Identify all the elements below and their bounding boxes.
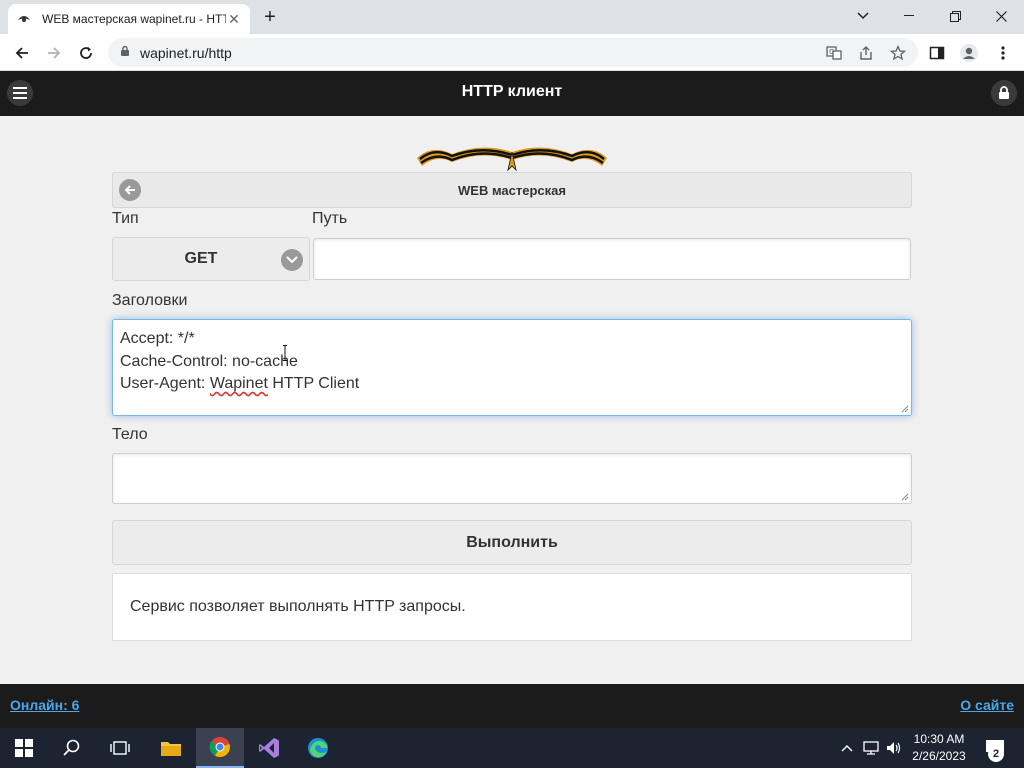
page-footer: Онлайн: 6 О сайте — [0, 684, 1024, 728]
chevron-down-icon — [281, 249, 303, 271]
method-select-value: GET — [184, 250, 218, 267]
volume-icon[interactable] — [884, 738, 904, 758]
search-icon[interactable] — [48, 728, 96, 768]
clock-time: 10:30 AM — [913, 732, 965, 746]
arrow-left-circle-icon[interactable] — [119, 179, 141, 201]
more-options-kebab-icon[interactable] — [990, 40, 1016, 66]
task-view-icon[interactable] — [96, 728, 144, 768]
browser-tab[interactable]: WEB мастерская wapinet.ru - HTTP клиент … — [8, 4, 250, 34]
address-url: wapinet.ru/http — [140, 44, 232, 61]
headers-label: Заголовки — [112, 292, 188, 309]
lock-icon[interactable] — [120, 44, 130, 62]
breadcrumb[interactable]: WEB мастерская — [112, 172, 912, 208]
type-label: Тип — [112, 210, 139, 227]
page-title: HTTP клиент — [461, 83, 563, 100]
profile-avatar-icon[interactable] — [956, 40, 982, 66]
online-count-link[interactable]: Онлайн: 6 — [10, 697, 79, 713]
resize-grip-icon[interactable] — [901, 405, 909, 413]
header-line-accept: Accept: */* — [120, 330, 195, 347]
tab-search-chevron-down-icon[interactable] — [840, 4, 886, 28]
reload-icon[interactable] — [73, 40, 99, 66]
close-window-button[interactable] — [978, 4, 1024, 28]
header-line-user-agent: User-Agent: — [120, 375, 210, 392]
file-explorer-icon[interactable] — [147, 728, 195, 768]
tab-title: WEB мастерская wapinet.ru - HTTP клиент — [42, 12, 226, 26]
clock-date: 2/26/2023 — [912, 749, 966, 763]
page-header: HTTP клиент — [0, 71, 1024, 116]
bookmark-star-icon[interactable] — [886, 38, 910, 67]
resize-grip-icon[interactable] — [901, 493, 909, 501]
headers-textarea-content: Accept: */* Cache-Control: no-cache User… — [113, 320, 911, 404]
visual-studio-icon[interactable] — [245, 728, 293, 768]
browser-toolbar: wapinet.ru/http G — [0, 34, 1024, 71]
path-input[interactable] — [313, 238, 911, 280]
chevron-up-icon[interactable] — [837, 738, 857, 758]
edge-icon[interactable] — [294, 728, 342, 768]
share-icon[interactable] — [854, 38, 878, 67]
submit-button[interactable]: Выполнить — [112, 520, 912, 565]
header-line-user-agent-tail: HTTP Client — [267, 375, 360, 392]
about-link[interactable]: О сайте — [960, 697, 1014, 713]
site-favicon-icon — [16, 11, 32, 27]
body-label: Тело — [112, 426, 148, 443]
browser-tabstrip: WEB мастерская wapinet.ru - HTTP клиент … — [0, 0, 1024, 34]
new-tab-button[interactable]: + — [258, 6, 282, 28]
notification-count-badge: 2 — [988, 746, 1004, 762]
taskbar-clock[interactable]: 10:30 AM 2/26/2023 — [905, 731, 973, 765]
windows-taskbar: 10:30 AM 2/26/2023 2 — [0, 728, 1024, 768]
info-panel: Сервис позволяет выполнять HTTP запросы. — [112, 573, 912, 641]
method-select[interactable]: GET — [112, 237, 310, 281]
back-arrow-icon[interactable] — [9, 40, 35, 66]
text-cursor-icon — [283, 345, 287, 361]
headers-textarea[interactable]: Accept: */* Cache-Control: no-cache User… — [112, 319, 912, 416]
st-george-ribbon-logo — [417, 147, 607, 172]
forward-arrow-icon[interactable] — [41, 40, 67, 66]
body-textarea[interactable] — [112, 453, 912, 504]
lock-icon[interactable] — [991, 80, 1017, 106]
header-line-cache-control: Cache-Control: no-cache — [120, 352, 298, 370]
minimize-button[interactable] — [886, 4, 932, 28]
path-label: Путь — [312, 210, 348, 227]
windows-start-icon[interactable] — [0, 728, 48, 768]
address-bar[interactable]: wapinet.ru/http G — [108, 38, 918, 67]
network-icon[interactable] — [861, 738, 881, 758]
breadcrumb-label: WEB мастерская — [458, 182, 566, 198]
restore-button[interactable] — [932, 4, 978, 28]
side-panel-icon[interactable] — [924, 40, 950, 66]
info-text: Сервис позволяет выполнять HTTP запросы. — [130, 598, 466, 615]
translate-icon[interactable]: G — [822, 38, 846, 67]
chrome-icon[interactable] — [196, 728, 244, 768]
spellcheck-word: Wapinet — [209, 375, 268, 392]
tab-close-icon[interactable]: ✕ — [226, 11, 242, 28]
